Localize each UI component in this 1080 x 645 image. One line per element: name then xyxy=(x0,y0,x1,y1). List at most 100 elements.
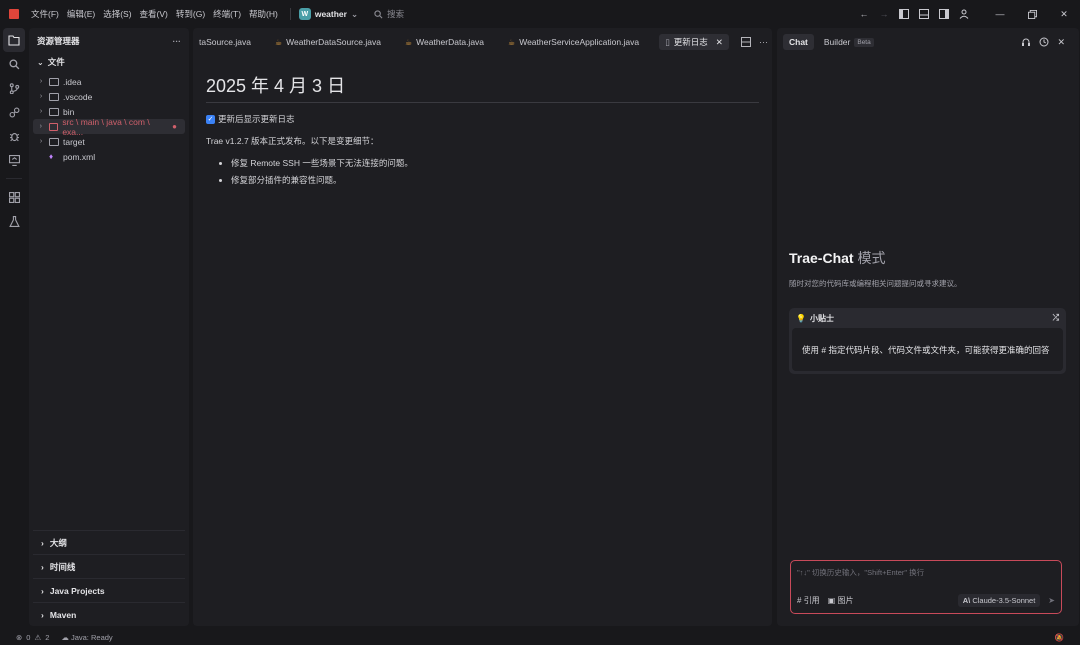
doc-intro: Trae v1.2.7 版本正式发布。以下是变更细节： xyxy=(206,136,379,146)
error-icon[interactable]: ⊗ xyxy=(16,633,22,642)
tree-item-label: target xyxy=(63,136,85,147)
section-label: Maven xyxy=(49,609,77,620)
divider xyxy=(289,8,291,20)
menu-help[interactable]: 帮助(H) xyxy=(249,8,278,20)
remote-link-icon[interactable] xyxy=(0,100,28,124)
activity-bar xyxy=(0,28,28,628)
tab-changelog[interactable]: ▯ 更新日志 ✕ xyxy=(659,34,729,50)
java-file-icon: ☕ xyxy=(508,37,516,47)
tree-item-label: .idea xyxy=(63,76,82,87)
modified-dot-icon: ● xyxy=(172,122,177,131)
changelog-document: 2025 年 4 月 3 日 ✓ 更新后显示更新日志 Trae v1.2.7 版… xyxy=(193,56,772,207)
more-actions-icon[interactable]: ··· xyxy=(173,36,182,46)
java-status[interactable]: ☁ Java: Ready xyxy=(61,633,112,642)
send-icon[interactable]: ➤ xyxy=(1048,596,1055,605)
menu-file[interactable]: 文件(F) xyxy=(31,8,59,20)
shuffle-icon[interactable]: ⤮ xyxy=(1053,313,1059,323)
tab-weatherserviceapplication[interactable]: ☕ WeatherServiceApplication.java xyxy=(496,28,651,56)
tree-item-label: pom.xml xyxy=(63,151,96,162)
toggle-left-panel-icon[interactable] xyxy=(894,0,914,28)
menu-edit[interactable]: 编辑(E) xyxy=(67,8,95,20)
tip-body: 使用 # 指定代码片段、代码文件或文件夹，可能获得更准确的回答 xyxy=(792,328,1063,371)
history-icon[interactable] xyxy=(1039,37,1049,47)
split-editor-icon[interactable] xyxy=(741,37,751,47)
anthropic-icon: A\ xyxy=(962,596,971,605)
close-icon[interactable]: ✕ xyxy=(1048,0,1080,28)
search-icon[interactable] xyxy=(0,52,28,76)
tab-datasource-partial[interactable]: taSource.java xyxy=(193,28,263,56)
chevron-right-icon: › xyxy=(39,93,43,100)
java-file-icon: ☕ xyxy=(404,37,413,47)
search-box[interactable]: 搜索 xyxy=(374,8,404,20)
chevron-down-icon: ⌄ xyxy=(37,57,44,67)
section-label: 大纲 xyxy=(49,537,67,548)
account-icon[interactable] xyxy=(954,0,974,28)
java-file-icon: ☕ xyxy=(274,37,283,47)
timeline-section[interactable]: › 时间线 xyxy=(33,554,185,578)
image-button[interactable]: ▣ 图片 xyxy=(828,595,854,606)
files-section-header[interactable]: ⌄ 文件 xyxy=(29,54,189,70)
back-arrow-icon[interactable]: ← xyxy=(854,0,874,28)
tree-item-vscode[interactable]: › .vscode xyxy=(29,89,189,104)
chevron-right-icon: › xyxy=(39,78,43,85)
project-badge: W xyxy=(298,8,311,20)
show-changelog-option[interactable]: ✓ 更新后显示更新日志 xyxy=(206,113,759,125)
folder-icon xyxy=(49,137,59,146)
menu-goto[interactable]: 转到(G) xyxy=(176,8,205,20)
tip-card: 💡 小贴士 ⤮ 使用 # 指定代码片段、代码文件或文件夹，可能获得更准确的回答 xyxy=(789,308,1066,374)
warning-icon[interactable]: ⚠ xyxy=(34,633,41,642)
section-label: 时间线 xyxy=(49,561,76,572)
tree-item-src[interactable]: › src \ main \ java \ com \ exa... ● xyxy=(33,116,185,137)
menu-view[interactable]: 查看(V) xyxy=(140,8,168,20)
project-switcher[interactable]: W weather ⌄ xyxy=(298,8,358,20)
tree-item-idea[interactable]: › .idea xyxy=(29,74,189,89)
tree-item-pom[interactable]: ♦ pom.xml xyxy=(29,149,189,164)
tab-label: WeatherServiceApplication.java xyxy=(519,37,640,47)
image-icon: ▣ xyxy=(827,596,836,605)
document-icon: ▯ xyxy=(665,36,670,47)
model-selector[interactable]: A\ Claude-3.5-Sonnet xyxy=(957,594,1041,607)
reference-button[interactable]: # 引用 xyxy=(797,595,820,606)
chevron-right-icon: › xyxy=(39,108,43,115)
source-control-icon[interactable] xyxy=(0,76,28,100)
chevron-right-icon: › xyxy=(41,561,44,572)
restore-icon[interactable] xyxy=(1016,0,1048,28)
notifications-bell-icon[interactable]: 🔕 xyxy=(1055,633,1064,642)
tab-builder[interactable]: Builder Beta xyxy=(824,37,874,47)
explorer-title: 资源管理器 xyxy=(37,36,80,46)
tab-weatherdata[interactable]: ☕ WeatherData.java xyxy=(393,28,496,56)
remote-explorer-icon[interactable] xyxy=(0,148,28,172)
chat-panel: Chat Builder Beta ✕ Trae-Chat 模式 随时对您的代码… xyxy=(777,28,1079,626)
chevron-right-icon: › xyxy=(41,585,44,596)
tab-weatherdatasource[interactable]: ☕ WeatherDataSource.java xyxy=(263,28,393,56)
chevron-right-icon: › xyxy=(39,138,43,145)
close-tab-icon[interactable]: ✕ xyxy=(716,37,723,48)
tab-chat[interactable]: Chat xyxy=(783,34,814,50)
minimize-icon[interactable]: — xyxy=(984,0,1016,28)
hash-icon: # xyxy=(797,596,802,605)
toggle-right-panel-icon[interactable] xyxy=(934,0,954,28)
debug-icon[interactable] xyxy=(0,124,28,148)
doc-title: 2025 年 4 月 3 日 xyxy=(206,72,759,103)
extensions-icon[interactable] xyxy=(0,185,28,209)
xml-file-icon: ♦ xyxy=(49,152,54,161)
close-panel-icon[interactable]: ✕ xyxy=(1057,37,1065,48)
toggle-bottom-panel-icon[interactable] xyxy=(914,0,934,28)
forward-arrow-icon[interactable]: → xyxy=(874,0,894,28)
outline-section[interactable]: › 大纲 xyxy=(33,530,185,554)
testing-flask-icon[interactable] xyxy=(0,209,28,233)
java-projects-section[interactable]: › Java Projects xyxy=(33,578,185,602)
beta-badge: Beta xyxy=(854,37,874,47)
tree-item-label: .vscode xyxy=(63,91,93,102)
chat-settings-icon[interactable] xyxy=(1021,37,1031,47)
explorer-header: 资源管理器 ··· xyxy=(29,28,189,54)
maven-section[interactable]: › Maven xyxy=(33,602,185,626)
explorer-icon[interactable] xyxy=(3,28,25,52)
tree-item-label: src \ main \ java \ com \ exa... xyxy=(62,116,150,137)
more-actions-icon[interactable]: ··· xyxy=(759,37,768,47)
checkbox-checked-icon[interactable]: ✓ xyxy=(206,114,215,124)
menu-terminal[interactable]: 终端(T) xyxy=(213,8,241,20)
chat-input[interactable]: "↑↓" 切换历史输入，"Shift+Enter" 换行 # 引用 ▣ 图片 A… xyxy=(790,560,1062,614)
tab-label: 更新日志 xyxy=(673,37,708,47)
menu-select[interactable]: 选择(S) xyxy=(103,8,131,20)
